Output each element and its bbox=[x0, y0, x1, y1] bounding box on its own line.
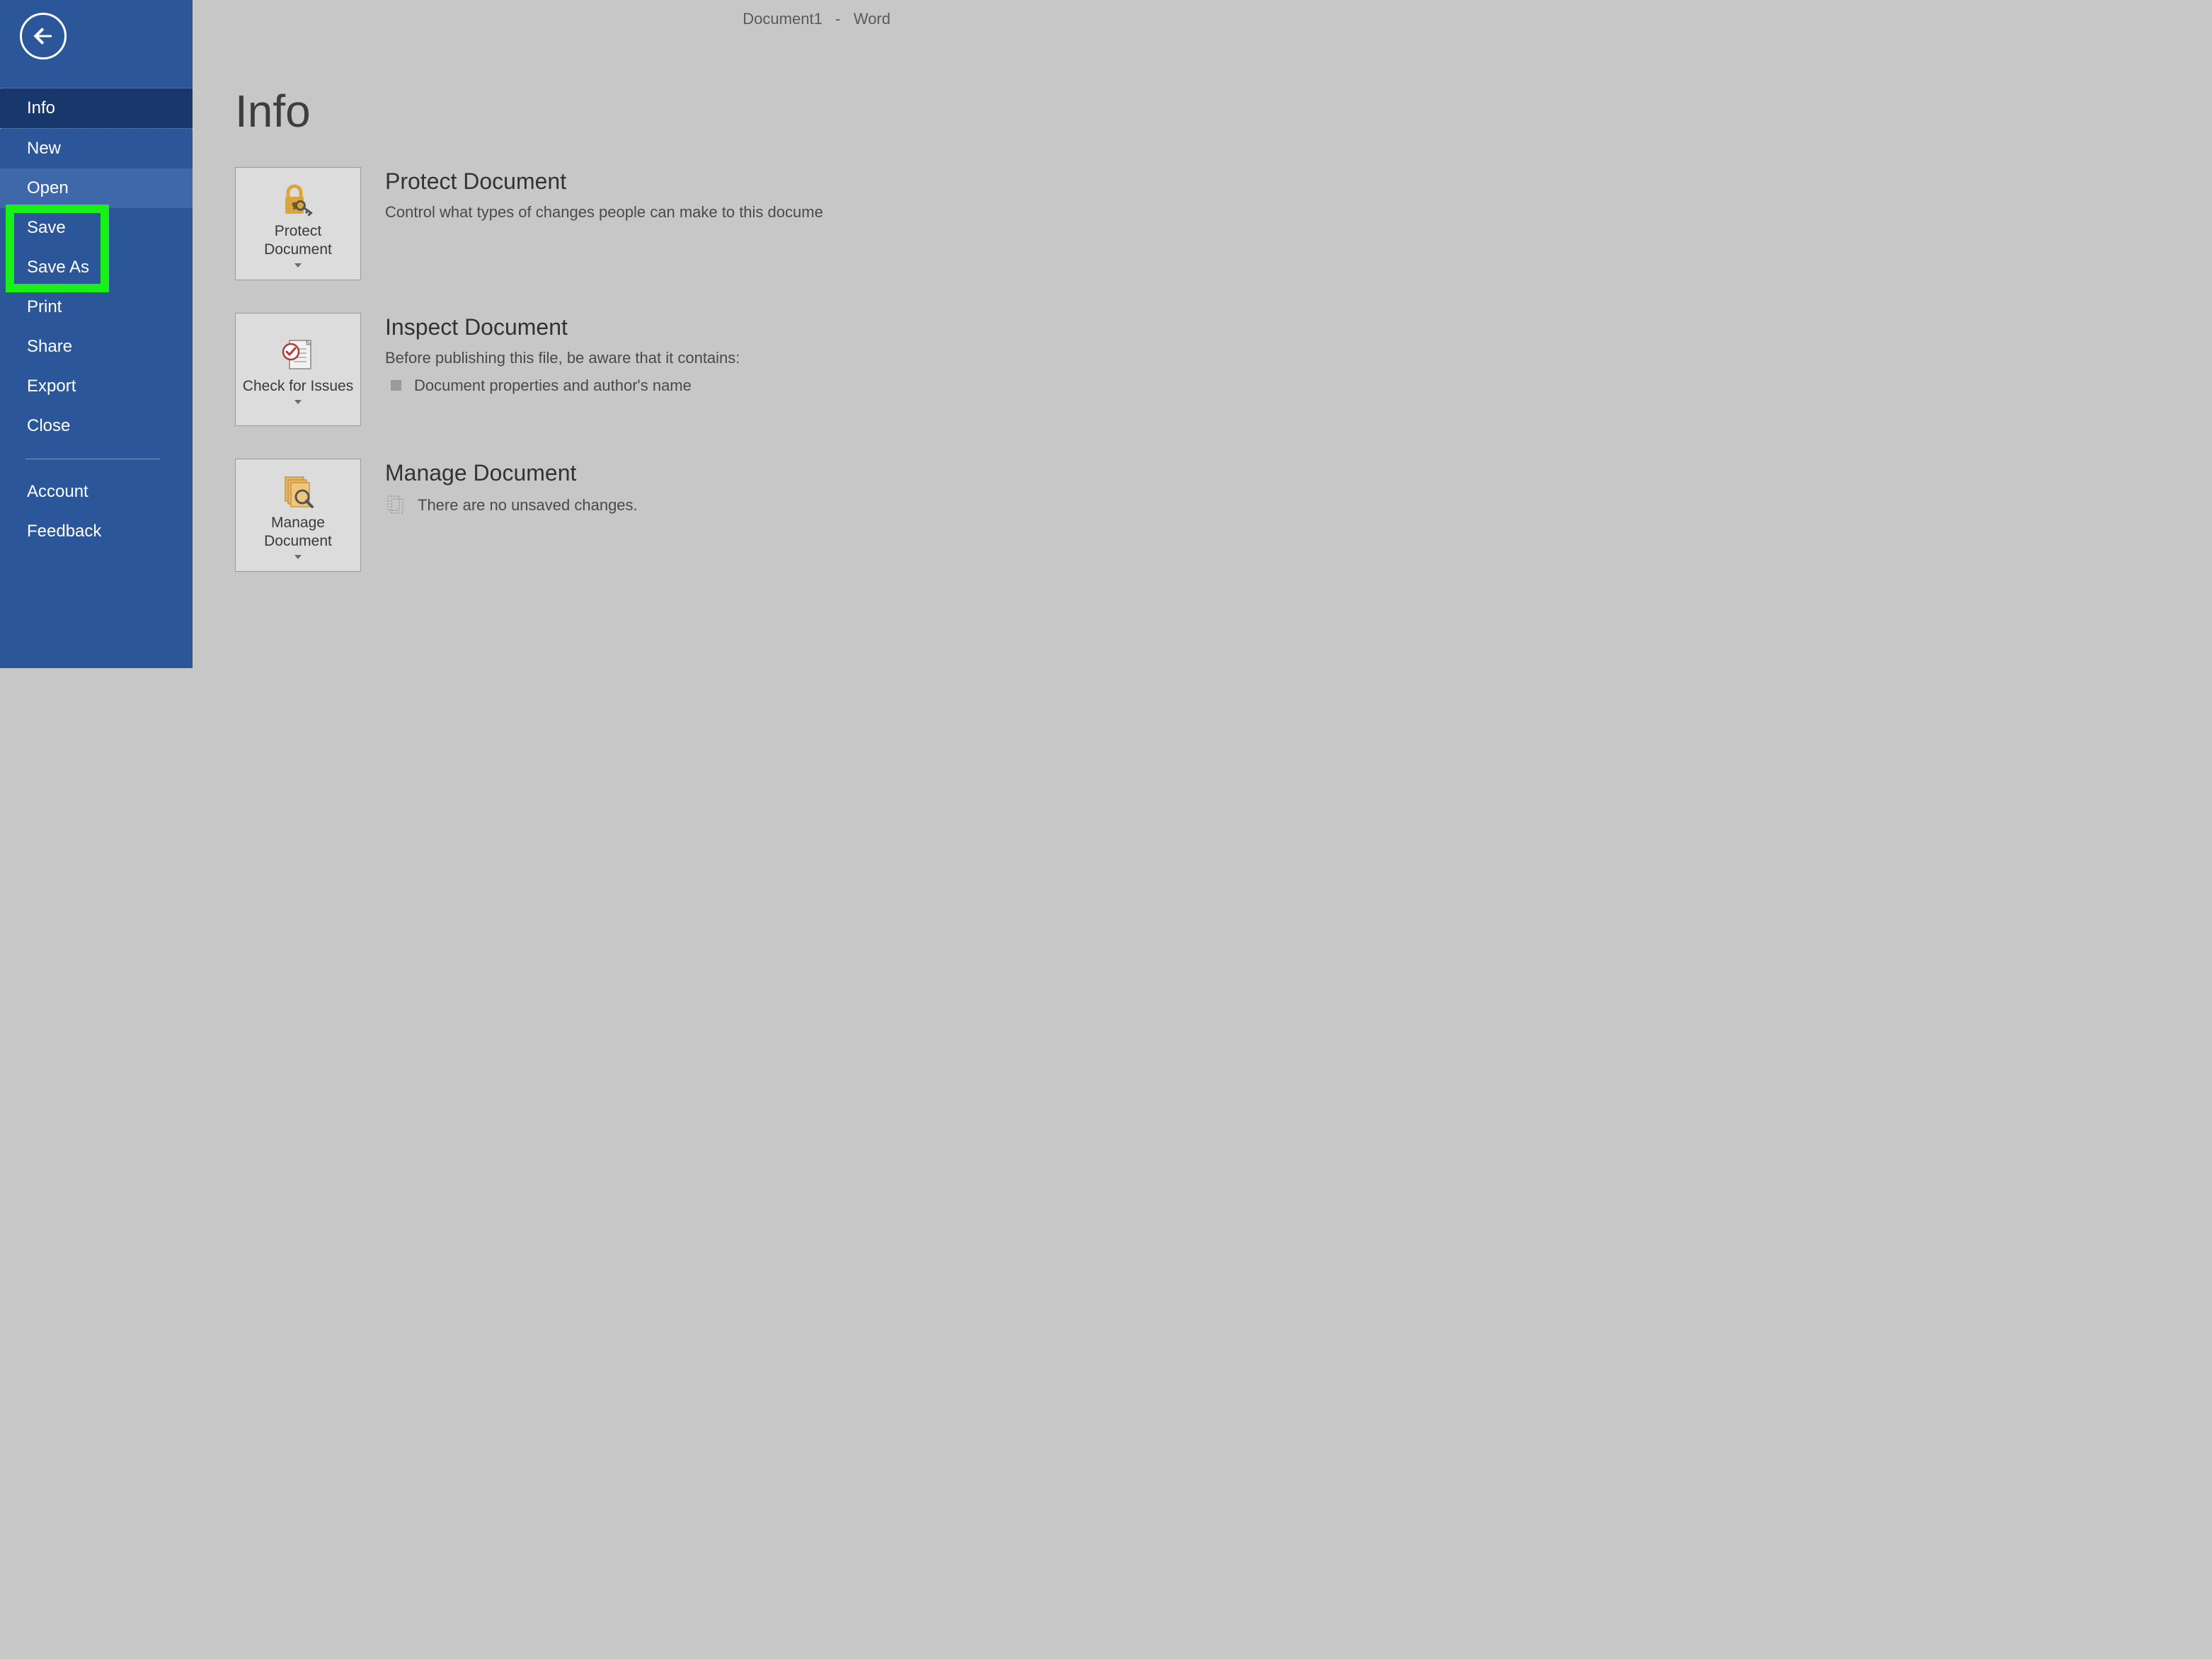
inspect-heading: Inspect Document bbox=[385, 314, 890, 340]
inspect-bullet-row: Document properties and author's name bbox=[385, 377, 890, 395]
inspect-bullet: Document properties and author's name bbox=[414, 377, 692, 395]
section-protect: Protect Document Protect Document Contro… bbox=[235, 167, 890, 280]
nav-item-print[interactable]: Print bbox=[0, 287, 193, 327]
protect-tile-label: Protect Document bbox=[239, 222, 357, 260]
nav-item-share[interactable]: Share bbox=[0, 327, 193, 367]
app-name: Word bbox=[854, 10, 890, 28]
nav-item-close[interactable]: Close bbox=[0, 406, 193, 446]
window-titlebar: Document1 - Word bbox=[743, 10, 890, 28]
lock-icon bbox=[278, 181, 318, 218]
nav-item-export[interactable]: Export bbox=[0, 367, 193, 406]
back-button[interactable] bbox=[20, 13, 67, 59]
section-manage: Manage Document Manage Document There ar… bbox=[235, 459, 890, 572]
nav-item-feedback[interactable]: Feedback bbox=[0, 512, 193, 551]
nav-item-open[interactable]: Open bbox=[0, 168, 193, 208]
section-inspect: Check for Issues Inspect Document Before… bbox=[235, 313, 890, 426]
inspect-desc: Before publishing this file, be aware th… bbox=[385, 348, 890, 369]
nav-item-save-as[interactable]: Save As bbox=[0, 248, 193, 287]
nav-item-account[interactable]: Account bbox=[0, 472, 193, 512]
manage-heading: Manage Document bbox=[385, 460, 890, 486]
dropdown-caret-icon bbox=[294, 400, 302, 404]
nav-item-info[interactable]: Info bbox=[0, 88, 193, 129]
nav-item-new[interactable]: New bbox=[0, 129, 193, 168]
document-stack-magnify-icon bbox=[278, 473, 318, 510]
backstage-nav: Info New Open Save Save As Print Share E… bbox=[0, 88, 193, 551]
dropdown-caret-icon bbox=[294, 263, 302, 268]
versions-icon bbox=[385, 493, 406, 518]
protect-heading: Protect Document bbox=[385, 168, 890, 195]
protect-document-button[interactable]: Protect Document bbox=[235, 167, 361, 280]
manage-tile-label: Manage Document bbox=[239, 514, 357, 551]
dropdown-caret-icon bbox=[294, 555, 302, 559]
check-for-issues-button[interactable]: Check for Issues bbox=[235, 313, 361, 426]
app-root: Info New Open Save Save As Print Share E… bbox=[0, 0, 890, 668]
document-name: Document1 bbox=[743, 10, 823, 28]
manage-document-button[interactable]: Manage Document bbox=[235, 459, 361, 572]
backstage-sidebar: Info New Open Save Save As Print Share E… bbox=[0, 0, 193, 668]
bullet-icon bbox=[391, 380, 401, 391]
page-title: Info bbox=[235, 85, 890, 137]
manage-desc: There are no unsaved changes. bbox=[418, 495, 638, 517]
protect-desc: Control what types of changes people can… bbox=[385, 202, 890, 224]
back-arrow-icon bbox=[30, 23, 56, 49]
titlebar-separator: - bbox=[835, 10, 840, 28]
nav-item-save[interactable]: Save bbox=[0, 208, 193, 248]
document-check-icon bbox=[278, 336, 318, 373]
inspect-tile-label: Check for Issues bbox=[243, 377, 353, 396]
backstage-main: Document1 - Word Info bbox=[193, 0, 890, 668]
